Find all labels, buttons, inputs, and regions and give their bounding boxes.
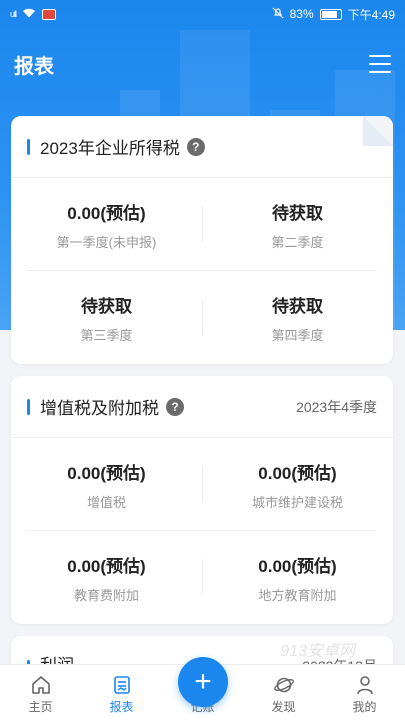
cell-label: 第二季度 bbox=[271, 234, 324, 250]
tax-grid: 0.00(预估) 增值税 0.00(预估) 城市维护建设税 0.00(预估) 教… bbox=[11, 438, 393, 624]
tab-discover[interactable]: 发现 bbox=[243, 665, 324, 720]
cell-label: 第三季度 bbox=[80, 327, 133, 343]
card-title: 增值税及附加税 bbox=[40, 399, 159, 418]
cell-value: 0.00(预估) bbox=[258, 463, 337, 483]
signal-icon: ull bbox=[10, 9, 17, 19]
help-icon[interactable]: ? bbox=[166, 397, 184, 416]
add-entry-button[interactable]: + bbox=[178, 657, 228, 707]
corner-fold-decoration bbox=[363, 116, 393, 146]
planet-icon bbox=[273, 677, 294, 693]
tab-label: 发现 bbox=[271, 700, 296, 714]
cell-value: 0.00(预估) bbox=[258, 556, 337, 576]
home-icon bbox=[31, 676, 50, 694]
tax-cell-education[interactable]: 0.00(预估) 教育费附加 bbox=[11, 531, 202, 624]
cell-label: 第四季度 bbox=[271, 327, 324, 343]
watermark: 913安卓网 bbox=[280, 643, 355, 660]
clock: 下午4:49 bbox=[347, 7, 395, 22]
vat-surcharge-card[interactable]: 增值税及附加税 ? 2023年4季度 0.00(预估) 增值税 0.00(预估)… bbox=[11, 376, 393, 624]
battery-icon bbox=[319, 8, 342, 20]
tab-label: 主页 bbox=[28, 700, 53, 714]
cell-value: 待获取 bbox=[81, 296, 132, 316]
tax-cell-vat[interactable]: 0.00(预估) 增值税 bbox=[11, 438, 202, 531]
quarter-cell-q1[interactable]: 0.00(预估) 第一季度(未申报) bbox=[11, 178, 202, 271]
notification-icon bbox=[42, 8, 57, 20]
tab-profile[interactable]: 我的 bbox=[324, 665, 405, 720]
card-title: 2023年企业所得税 bbox=[40, 139, 180, 158]
cell-label: 教育费附加 bbox=[73, 587, 139, 603]
cell-value: 0.00(预估) bbox=[67, 556, 146, 576]
battery-percent: 83% bbox=[289, 7, 314, 21]
card-header: 增值税及附加税 ? 2023年4季度 bbox=[11, 376, 393, 438]
cell-value: 0.00(预估) bbox=[67, 463, 146, 483]
cell-label: 第一季度(未申报) bbox=[56, 234, 157, 250]
card-header: 2023年企业所得税 ? bbox=[11, 116, 393, 178]
quarter-cell-q2[interactable]: 待获取 第二季度 bbox=[202, 178, 393, 271]
cell-label: 城市维护建设税 bbox=[251, 494, 343, 510]
menu-icon[interactable] bbox=[369, 55, 391, 73]
wifi-icon bbox=[22, 7, 36, 21]
quarter-cell-q4[interactable]: 待获取 第四季度 bbox=[202, 271, 393, 364]
cell-label: 地方教育附加 bbox=[258, 587, 337, 603]
plus-icon: + bbox=[194, 665, 212, 698]
tab-report[interactable]: 报表 bbox=[81, 665, 162, 720]
quarter-cell-q3[interactable]: 待获取 第三季度 bbox=[11, 271, 202, 364]
quarter-grid: 0.00(预估) 第一季度(未申报) 待获取 第二季度 待获取 第三季度 待获取… bbox=[11, 178, 393, 364]
accent-bar bbox=[27, 398, 30, 415]
status-bar: ull 83% 下午4:49 bbox=[0, 0, 405, 28]
help-icon[interactable]: ? bbox=[186, 137, 205, 156]
tax-cell-urban-construction[interactable]: 0.00(预估) 城市维护建设税 bbox=[202, 438, 393, 531]
accent-bar bbox=[27, 138, 30, 155]
cell-value: 0.00(预估) bbox=[67, 203, 146, 223]
tax-cell-local-education[interactable]: 0.00(预估) 地方教育附加 bbox=[202, 531, 393, 624]
cell-label: 增值税 bbox=[86, 494, 126, 510]
tab-home[interactable]: 主页 bbox=[0, 665, 81, 720]
page-title: 报表 bbox=[14, 55, 54, 78]
report-icon bbox=[113, 676, 130, 694]
cell-value: 待获取 bbox=[272, 296, 323, 316]
user-icon bbox=[356, 676, 373, 695]
app-bar: 报表 bbox=[0, 40, 405, 88]
cell-value: 待获取 bbox=[272, 203, 323, 223]
tab-label: 我的 bbox=[352, 700, 377, 714]
period-selector[interactable]: 2023年4季度 bbox=[296, 397, 377, 417]
mute-icon bbox=[272, 7, 284, 22]
corporate-income-tax-card[interactable]: 2023年企业所得税 ? 0.00(预估) 第一季度(未申报) 待获取 第二季度… bbox=[11, 116, 393, 364]
tab-label: 报表 bbox=[109, 700, 134, 714]
